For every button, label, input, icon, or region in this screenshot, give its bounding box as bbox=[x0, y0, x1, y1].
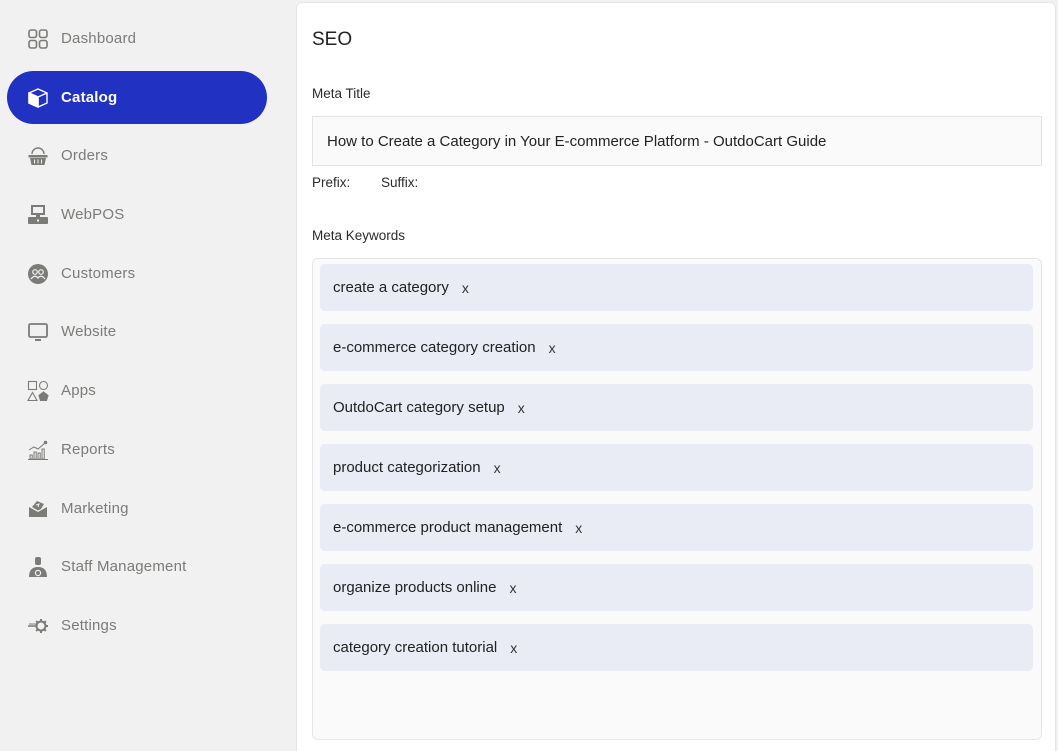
sidebar-item-label: WebPOS bbox=[61, 206, 125, 223]
sidebar-item-marketing[interactable]: Marketing bbox=[7, 482, 267, 535]
remove-keyword-button[interactable]: x bbox=[462, 280, 469, 296]
sidebar-item-label: Marketing bbox=[61, 500, 129, 517]
gear-icon bbox=[27, 615, 49, 637]
sidebar-item-dashboard[interactable]: Dashboard bbox=[7, 12, 267, 65]
keyword-tag: organize products online x bbox=[320, 564, 1033, 611]
suffix-label: Suffix: bbox=[381, 175, 419, 190]
sidebar-item-label: Website bbox=[61, 323, 117, 340]
chart-icon bbox=[27, 439, 49, 461]
keyword-text: create a category bbox=[333, 279, 449, 296]
pos-terminal-icon bbox=[27, 204, 49, 226]
meta-title-input[interactable] bbox=[312, 116, 1042, 166]
sidebar-item-label: Settings bbox=[61, 617, 117, 634]
seo-panel: SEO Meta Title Prefix: Suffix: Meta Keyw… bbox=[296, 2, 1056, 751]
sidebar-item-label: Staff Management bbox=[61, 558, 187, 575]
sidebar: Dashboard Catalog Orders WebPOS Customer… bbox=[0, 0, 296, 751]
shapes-icon bbox=[27, 380, 49, 402]
sidebar-item-staff-management[interactable]: Staff Management bbox=[7, 540, 267, 593]
sidebar-item-reports[interactable]: Reports bbox=[7, 423, 267, 476]
basket-icon bbox=[27, 145, 49, 167]
prefix-label: Prefix: bbox=[312, 175, 351, 190]
keyword-text: category creation tutorial bbox=[333, 639, 498, 656]
remove-keyword-button[interactable]: x bbox=[510, 640, 517, 656]
remove-keyword-button[interactable]: x bbox=[518, 400, 525, 416]
sidebar-item-label: Dashboard bbox=[61, 30, 137, 47]
keyword-text: e-commerce category creation bbox=[333, 339, 536, 356]
envelope-icon bbox=[27, 498, 49, 520]
sidebar-item-settings[interactable]: Settings bbox=[7, 599, 267, 652]
keyword-tag: product categorization x bbox=[320, 444, 1033, 491]
sidebar-item-label: Orders bbox=[61, 147, 109, 164]
sidebar-item-customers[interactable]: Customers bbox=[7, 247, 267, 300]
remove-keyword-button[interactable]: x bbox=[549, 340, 556, 356]
remove-keyword-button[interactable]: x bbox=[509, 580, 516, 596]
meta-title-label: Meta Title bbox=[312, 86, 371, 101]
sidebar-item-webpos[interactable]: WebPOS bbox=[7, 188, 267, 241]
keyword-text: OutdoCart category setup bbox=[333, 399, 505, 416]
box-icon bbox=[27, 87, 49, 109]
sidebar-item-orders[interactable]: Orders bbox=[7, 129, 267, 182]
keyword-text: organize products online bbox=[333, 579, 497, 596]
keyword-text: e-commerce product management bbox=[333, 519, 563, 536]
sidebar-item-label: Apps bbox=[61, 382, 96, 399]
keyword-tag: e-commerce product management x bbox=[320, 504, 1033, 551]
remove-keyword-button[interactable]: x bbox=[494, 460, 501, 476]
meta-keywords-input[interactable]: create a category x e-commerce category … bbox=[312, 258, 1042, 740]
staff-icon bbox=[27, 556, 49, 578]
sidebar-item-website[interactable]: Website bbox=[7, 305, 267, 358]
remove-keyword-button[interactable]: x bbox=[575, 520, 582, 536]
keyword-tag: e-commerce category creation x bbox=[320, 324, 1033, 371]
users-circle-icon bbox=[27, 263, 49, 285]
section-title: SEO bbox=[312, 29, 353, 50]
keyword-tag: create a category x bbox=[320, 264, 1033, 311]
sidebar-item-apps[interactable]: Apps bbox=[7, 364, 267, 417]
sidebar-item-catalog[interactable]: Catalog bbox=[7, 71, 267, 124]
keyword-tag: OutdoCart category setup x bbox=[320, 384, 1033, 431]
sidebar-item-label: Customers bbox=[61, 265, 136, 282]
meta-keywords-label: Meta Keywords bbox=[312, 228, 406, 243]
keyword-text: product categorization bbox=[333, 459, 481, 476]
monitor-icon bbox=[27, 321, 49, 343]
dashboard-grid-icon bbox=[27, 28, 49, 50]
keyword-tag: category creation tutorial x bbox=[320, 624, 1033, 671]
sidebar-item-label: Catalog bbox=[61, 89, 118, 106]
sidebar-item-label: Reports bbox=[61, 441, 115, 458]
